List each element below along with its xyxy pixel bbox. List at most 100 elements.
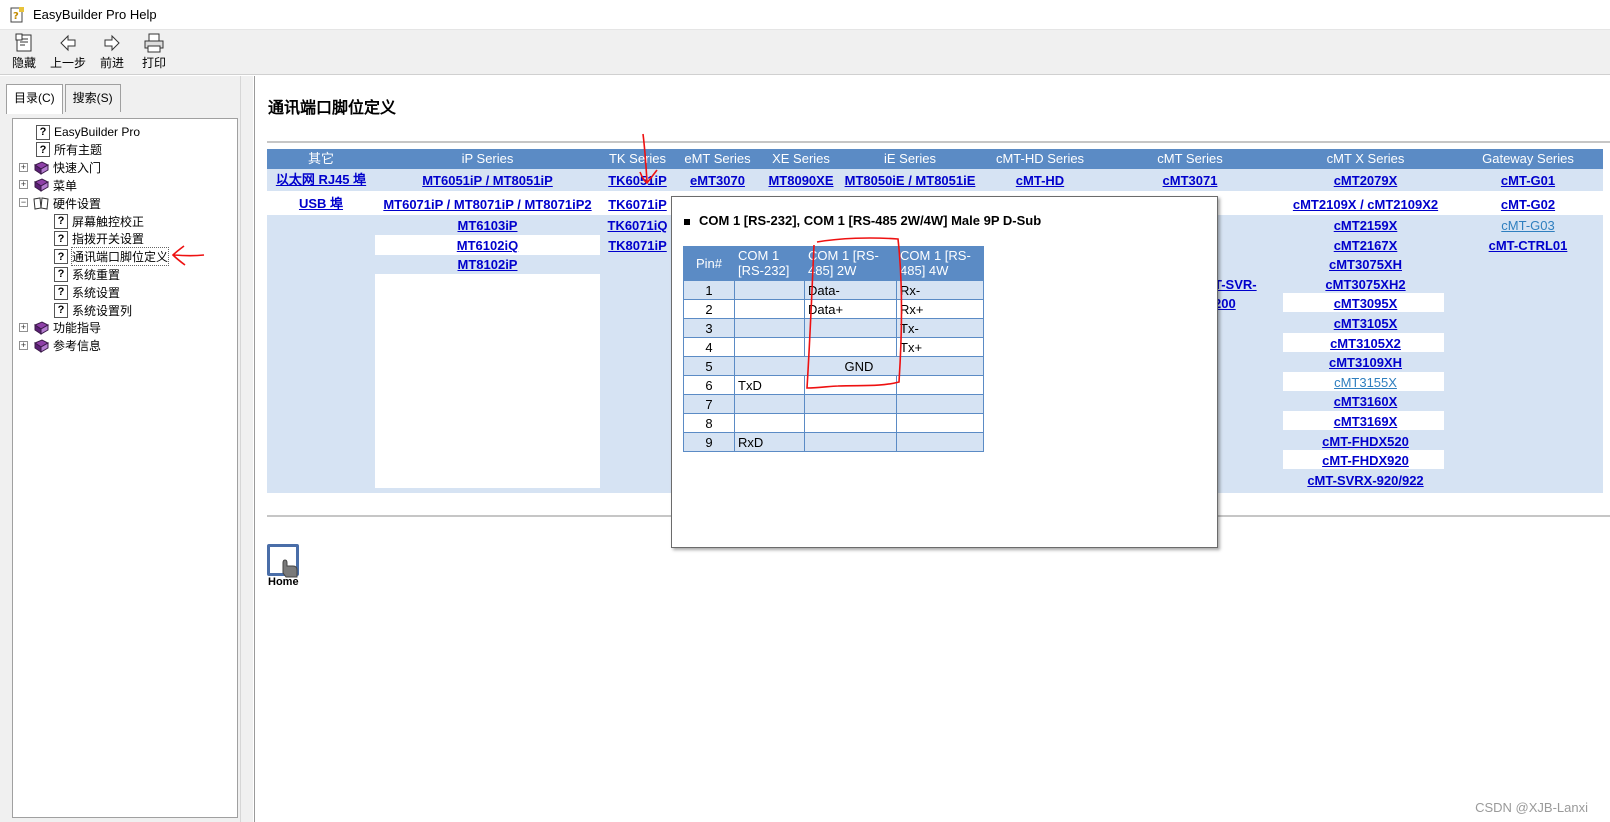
row-label-ethernet[interactable]: 以太网 RJ45 埠 [267, 170, 375, 189]
tab-contents[interactable]: 目录(C) [6, 84, 63, 114]
book-icon [33, 178, 50, 193]
tree-item[interactable]: ? EasyBuilder Pro [36, 123, 140, 141]
link-cmt-x-extra[interactable]: cMT3075XH [1278, 255, 1453, 274]
print-button[interactable]: 打印 [138, 30, 170, 71]
link-gateway-usb[interactable]: cMT-G02 [1453, 195, 1603, 214]
forward-button[interactable]: 前进 [96, 30, 128, 71]
link-gateway-extra[interactable]: cMT-G03 [1453, 216, 1603, 235]
link-ip-extra[interactable]: MT8102iP [375, 255, 600, 274]
expand-icon[interactable]: + [19, 340, 28, 350]
tree-item[interactable]: ? 系统重置 [54, 265, 120, 283]
link-xe-ethernet[interactable]: MT8090XE [760, 171, 842, 190]
help-page-icon: ? [36, 142, 50, 158]
link-cmt-x-extra[interactable]: cMT3160X [1278, 392, 1453, 411]
pinout-cell: Rx- [896, 280, 984, 300]
tree-item[interactable]: + 菜单 [19, 176, 77, 194]
header-other: 其它 [307, 151, 334, 166]
link-ip-ethernet[interactable]: MT6051iP / MT8051iP [375, 171, 600, 190]
link-cmt-x-extra[interactable]: cMT3105X2 [1278, 334, 1453, 353]
header-ip: iP Series [461, 151, 514, 166]
link-cmt-x-usb[interactable]: cMT2109X / cMT2109X2 [1278, 195, 1453, 214]
forward-label: 前进 [100, 56, 125, 70]
home-button[interactable]: Home [267, 544, 313, 590]
tree-item[interactable]: ? 指拨开关设置 [54, 230, 144, 248]
link-cmt-x-extra[interactable]: cMT2159X [1278, 216, 1453, 235]
link-cmt-x-extra[interactable]: cMT3105X [1278, 314, 1453, 333]
expand-icon[interactable]: + [19, 322, 28, 332]
pinout-cell: 6 [683, 375, 735, 395]
link-ie-ethernet[interactable]: MT8050iE / MT8051iE [842, 171, 978, 190]
header-emt: eMT Series [684, 151, 751, 166]
hide-button[interactable]: 隐藏 [8, 30, 40, 71]
link-ip-extra[interactable]: MT6102iQ [375, 236, 600, 255]
link-gateway-extra[interactable]: cMT-CTRL01 [1453, 236, 1603, 255]
link-cmt-partial[interactable]: T-SVR-200 [1214, 275, 1278, 311]
pinout-cell: 9 [683, 432, 735, 452]
expand-icon[interactable]: + [19, 162, 28, 172]
link-cmt-x-extra[interactable]: cMT3169X [1278, 412, 1453, 431]
hide-icon [15, 33, 32, 52]
tree-item[interactable]: ? 系统设置 [54, 283, 120, 301]
link-tk-extra[interactable]: TK6071iQ [600, 216, 675, 235]
link-cmt-x-extra[interactable]: cMT3095X [1278, 294, 1453, 313]
popup-title: COM 1 [RS-232], COM 1 [RS-485 2W/4W] Mal… [684, 213, 1041, 228]
back-button[interactable]: 上一步 [50, 30, 86, 71]
collapse-icon[interactable]: − [19, 198, 28, 208]
book-icon [33, 161, 50, 175]
link-cmt-x-extra[interactable]: cMT-FHDX920 [1278, 451, 1453, 470]
link-cmt-x-extra[interactable]: cMT-SVRX-920/922 [1278, 471, 1453, 490]
tree-item[interactable]: + 快速入门 [19, 159, 101, 177]
pane-splitter[interactable] [240, 76, 253, 822]
pinout-cell: 7 [683, 394, 735, 414]
book-icon [33, 321, 50, 335]
window-title: EasyBuilder Pro Help [33, 7, 157, 22]
page-title: 通讯端口脚位定义 [268, 100, 397, 117]
expand-icon[interactable]: + [19, 180, 28, 190]
tree-item[interactable]: − 硬件设置 [19, 194, 101, 212]
link-cmt-ethernet[interactable]: cMT3071 [1102, 171, 1278, 190]
pinout-cell [804, 375, 897, 395]
tree-item[interactable]: ? 屏幕触控校正 [54, 212, 144, 230]
pinout-cell: Data- [804, 280, 897, 300]
link-cmt-x-extra[interactable]: cMT3155X [1278, 373, 1453, 392]
tree-item-label: EasyBuilder Pro [54, 125, 141, 139]
link-cmt-hd-ethernet[interactable]: cMT-HD [978, 171, 1102, 190]
pinout-cell: Tx+ [896, 337, 984, 357]
pinout-cell [804, 394, 897, 414]
tree-item-label: 所有主题 [54, 143, 103, 158]
divider-top [267, 141, 1610, 143]
link-tk-ethernet[interactable]: TK6051iP [600, 171, 675, 190]
link-ip-usb[interactable]: MT6071iP / MT8071iP / MT8071iP2 [375, 195, 600, 214]
link-gateway-ethernet[interactable]: cMT-G01 [1453, 171, 1603, 190]
printer-icon [144, 33, 164, 53]
link-cmt-x-ethernet[interactable]: cMT2079X [1278, 171, 1453, 190]
tree-item[interactable]: ? 所有主题 [36, 141, 102, 159]
col-rs485-2w: COM 1 [RS-485] 2W [804, 246, 897, 281]
pinout-popup[interactable]: COM 1 [RS-232], COM 1 [RS-485 2W/4W] Mal… [671, 196, 1218, 548]
link-cmt-x-extra[interactable]: cMT-FHDX520 [1278, 432, 1453, 451]
pinout-cell [804, 337, 897, 357]
link-tk-extra[interactable]: TK8071iP [600, 236, 675, 255]
tree-item[interactable]: + 功能指导 [19, 319, 101, 337]
link-emt-ethernet[interactable]: eMT3070 [675, 171, 760, 190]
tree-item[interactable]: ? 系统设置列 [54, 301, 132, 319]
pinout-row: 6 TxD [683, 375, 984, 395]
pinout-header-row: Pin# COM 1 [RS-232] COM 1 [RS-485] 2W CO… [683, 246, 984, 281]
link-cmt-x-extra[interactable]: cMT3109XH [1278, 353, 1453, 372]
nav-tabs: 目录(C) 搜索(S) [6, 84, 121, 114]
pinout-cell: TxD [734, 375, 805, 395]
help-page-icon: ? [54, 249, 68, 265]
tab-search-label: 搜索(S) [72, 91, 113, 105]
link-cmt-x-extra[interactable]: cMT2167X [1278, 236, 1453, 255]
tab-search[interactable]: 搜索(S) [64, 84, 121, 112]
tree-item-label: 系统重置 [72, 267, 121, 282]
row-label-usb[interactable]: USB 埠 [267, 194, 375, 213]
book-icon [33, 339, 50, 353]
link-ip-extra[interactable]: MT6103iP [375, 216, 600, 235]
tree-item-label: 通讯端口脚位定义 [70, 247, 170, 267]
link-cmt-x-extra[interactable]: cMT3075XH2 [1278, 275, 1453, 294]
tree-item[interactable]: ? 通讯端口脚位定义 [54, 247, 170, 267]
tree-item[interactable]: + 参考信息 [19, 337, 101, 355]
link-tk-usb[interactable]: TK6071iP [600, 195, 675, 214]
pinout-row: 3 Tx- [683, 318, 984, 338]
